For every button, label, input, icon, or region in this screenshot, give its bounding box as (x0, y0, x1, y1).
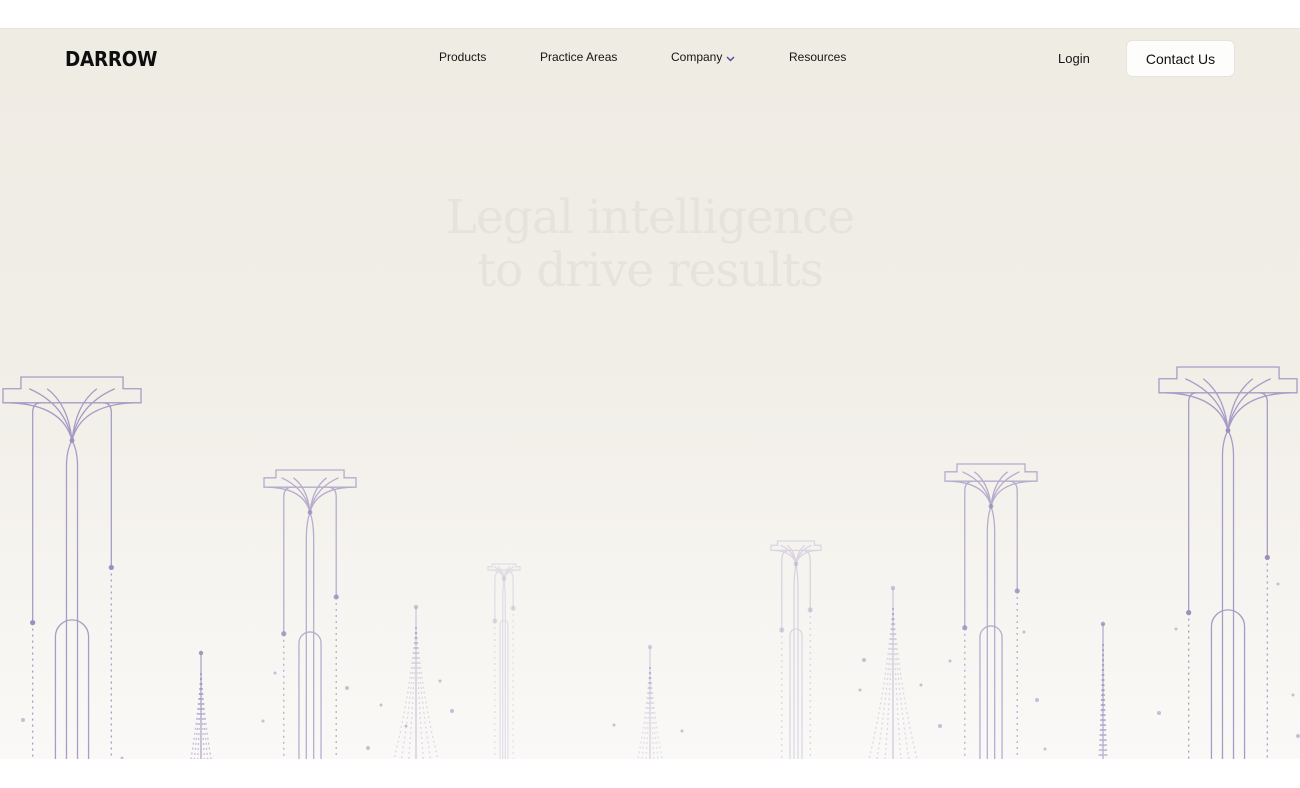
hero-section: DARROW Products Practice Areas Company R… (0, 29, 1300, 759)
pillar-center-tiny (487, 563, 521, 759)
pillar-right-large (1158, 366, 1298, 759)
pillar-center-small (770, 540, 822, 759)
pillar-left-large (2, 376, 142, 759)
pillar-illustration (2, 366, 1300, 759)
